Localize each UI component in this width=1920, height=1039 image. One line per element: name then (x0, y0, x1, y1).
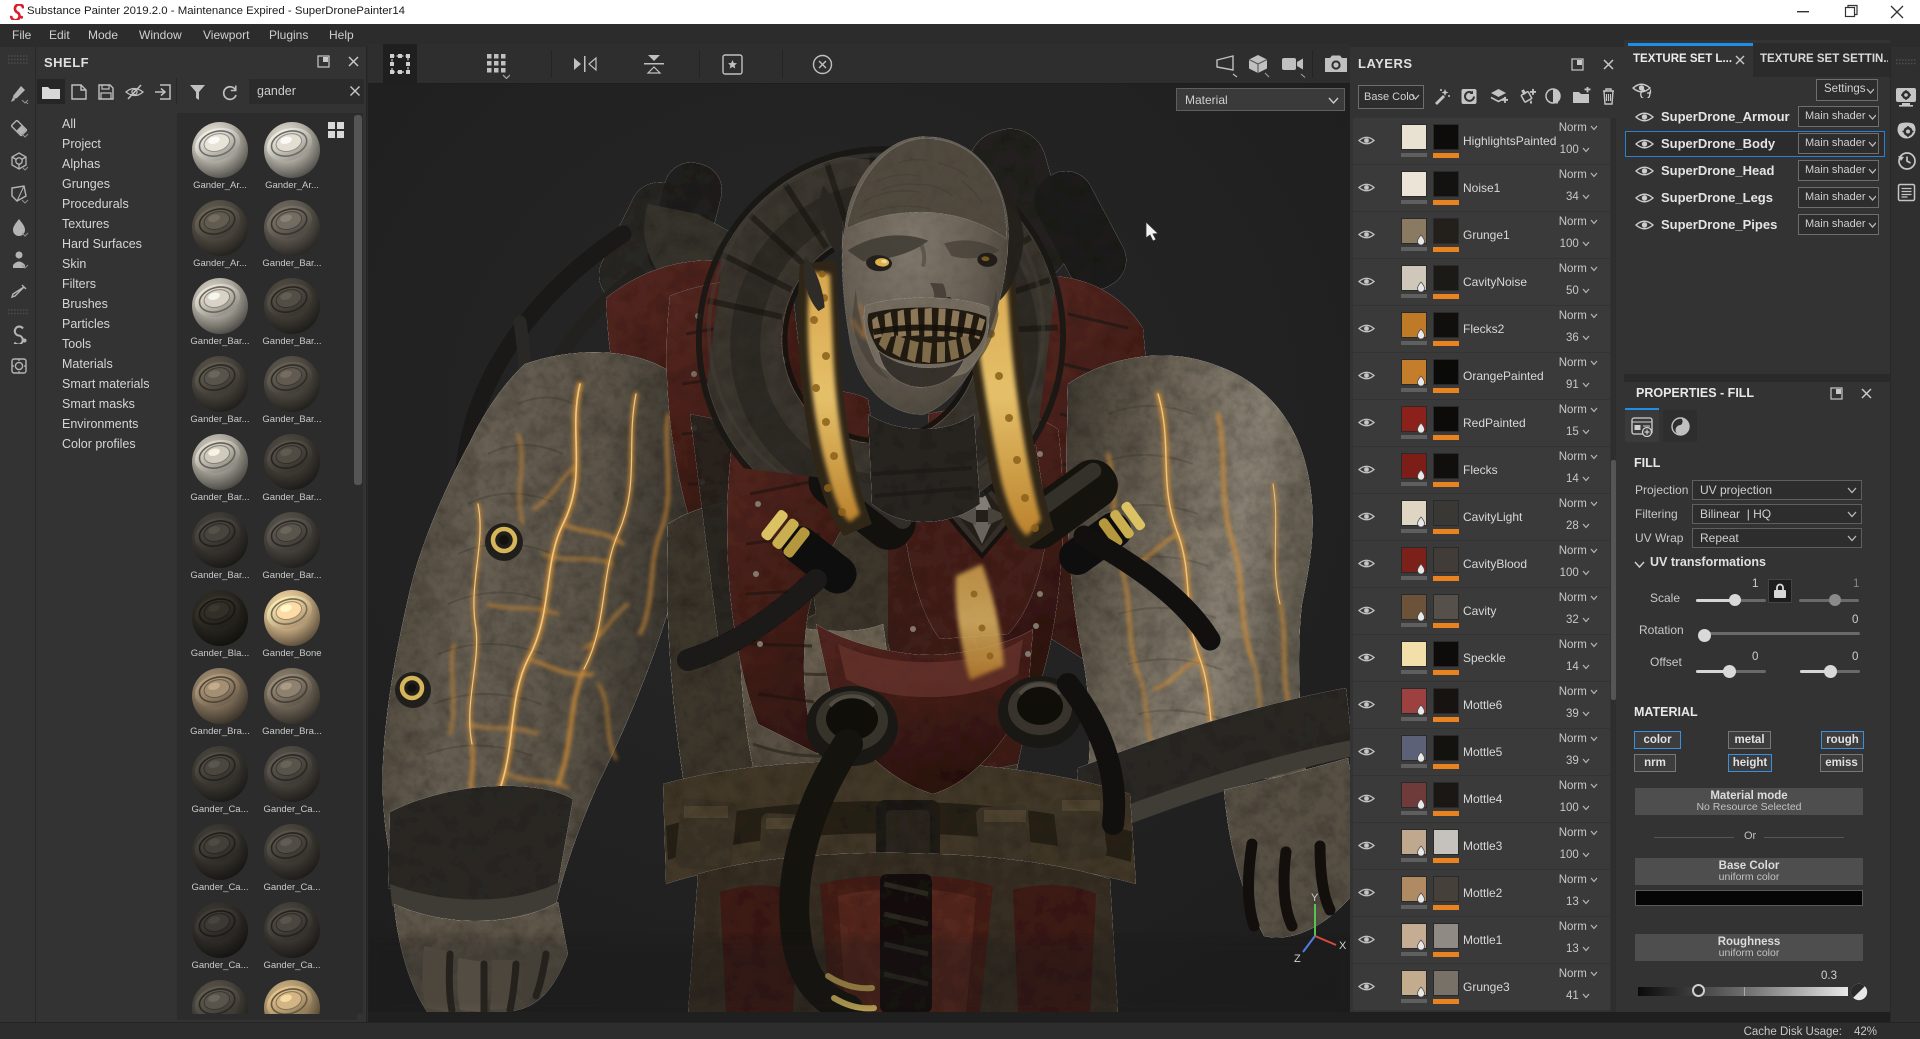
svg-text:X: X (1339, 940, 1347, 952)
svg-text:Y: Y (1311, 892, 1319, 904)
svg-text:Z: Z (1294, 953, 1301, 965)
